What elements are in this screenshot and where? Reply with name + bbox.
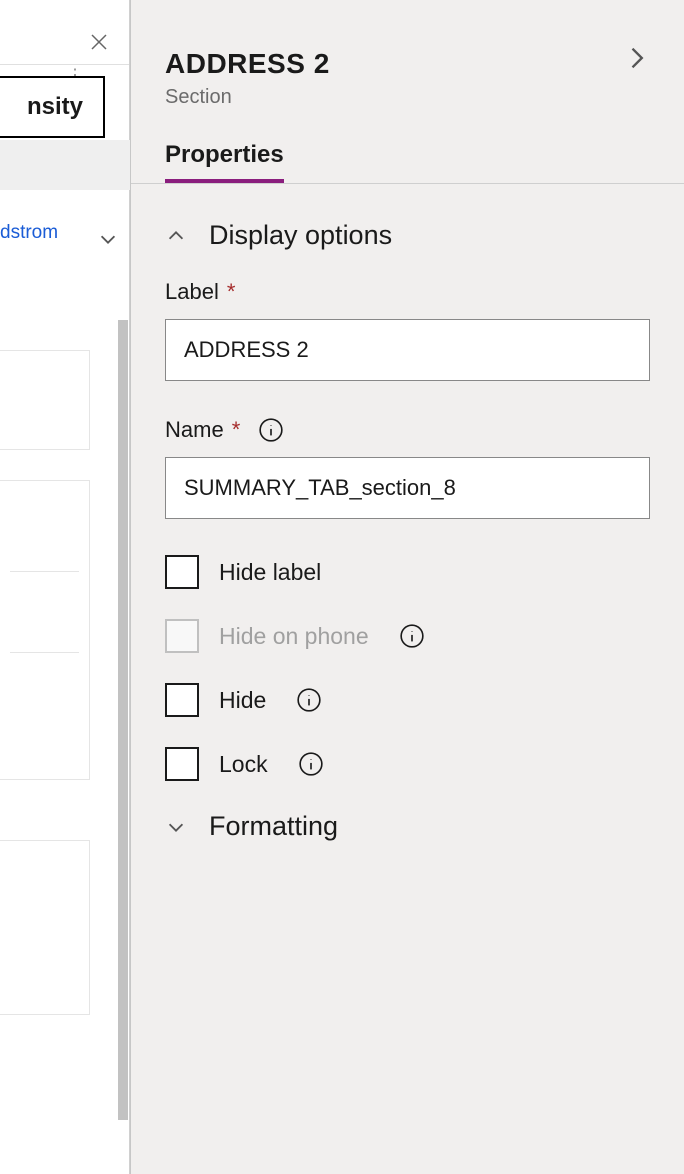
- properties-panel: ADDRESS 2 Section Properties Display opt…: [130, 0, 684, 1174]
- tab-row: Properties: [131, 141, 684, 184]
- left-area: nsity dstrom ⋮: [0, 0, 130, 1174]
- tab-properties[interactable]: Properties: [165, 141, 284, 183]
- panel-body: Display options Label * Name * Hide labe…: [131, 184, 684, 842]
- close-icon[interactable]: [87, 30, 111, 54]
- info-icon[interactable]: [298, 751, 324, 777]
- info-icon[interactable]: [258, 417, 284, 443]
- lock-text: Lock: [219, 751, 268, 778]
- section-formatting-title: Formatting: [209, 811, 338, 842]
- label-input[interactable]: [165, 319, 650, 381]
- canvas-card: [0, 350, 90, 450]
- chevron-down-icon: [165, 816, 187, 838]
- toolbar-band: [0, 140, 130, 190]
- hide-text: Hide: [219, 687, 266, 714]
- left-header: [0, 0, 129, 65]
- hide-on-phone-text: Hide on phone: [219, 623, 369, 650]
- record-link[interactable]: dstrom: [0, 222, 58, 244]
- hide-on-phone-row: Hide on phone: [165, 619, 650, 653]
- hide-checkbox[interactable]: [165, 683, 199, 717]
- hide-label-row: Hide label: [165, 555, 650, 589]
- chevron-down-icon[interactable]: [97, 228, 119, 250]
- name-field-label-text: Name: [165, 417, 224, 443]
- section-display-options-title: Display options: [209, 220, 392, 251]
- lock-row: Lock: [165, 747, 650, 781]
- required-star: *: [232, 417, 241, 443]
- info-icon[interactable]: [399, 623, 425, 649]
- name-field-label: Name *: [165, 417, 650, 443]
- section-formatting-header[interactable]: Formatting: [165, 811, 650, 842]
- scrollbar-track: [118, 195, 128, 1174]
- panel-title: ADDRESS 2: [165, 48, 650, 80]
- label-field-label: Label *: [165, 279, 650, 305]
- canvas-card: [0, 840, 90, 1015]
- panel-subtitle: Section: [165, 86, 650, 109]
- section-display-options-header[interactable]: Display options: [165, 220, 650, 251]
- label-field-label-text: Label: [165, 279, 219, 305]
- panel-header: ADDRESS 2 Section: [131, 0, 684, 109]
- scrollbar-thumb[interactable]: [118, 320, 128, 1120]
- density-button[interactable]: nsity: [0, 76, 105, 138]
- name-input[interactable]: [165, 457, 650, 519]
- lock-checkbox[interactable]: [165, 747, 199, 781]
- canvas-card: [0, 480, 90, 780]
- hide-label-text: Hide label: [219, 559, 321, 586]
- required-star: *: [227, 279, 236, 305]
- chevron-right-icon[interactable]: [622, 44, 650, 72]
- hide-row: Hide: [165, 683, 650, 717]
- chevron-up-icon: [165, 225, 187, 247]
- hide-label-checkbox[interactable]: [165, 555, 199, 589]
- info-icon[interactable]: [296, 687, 322, 713]
- hide-on-phone-checkbox: [165, 619, 199, 653]
